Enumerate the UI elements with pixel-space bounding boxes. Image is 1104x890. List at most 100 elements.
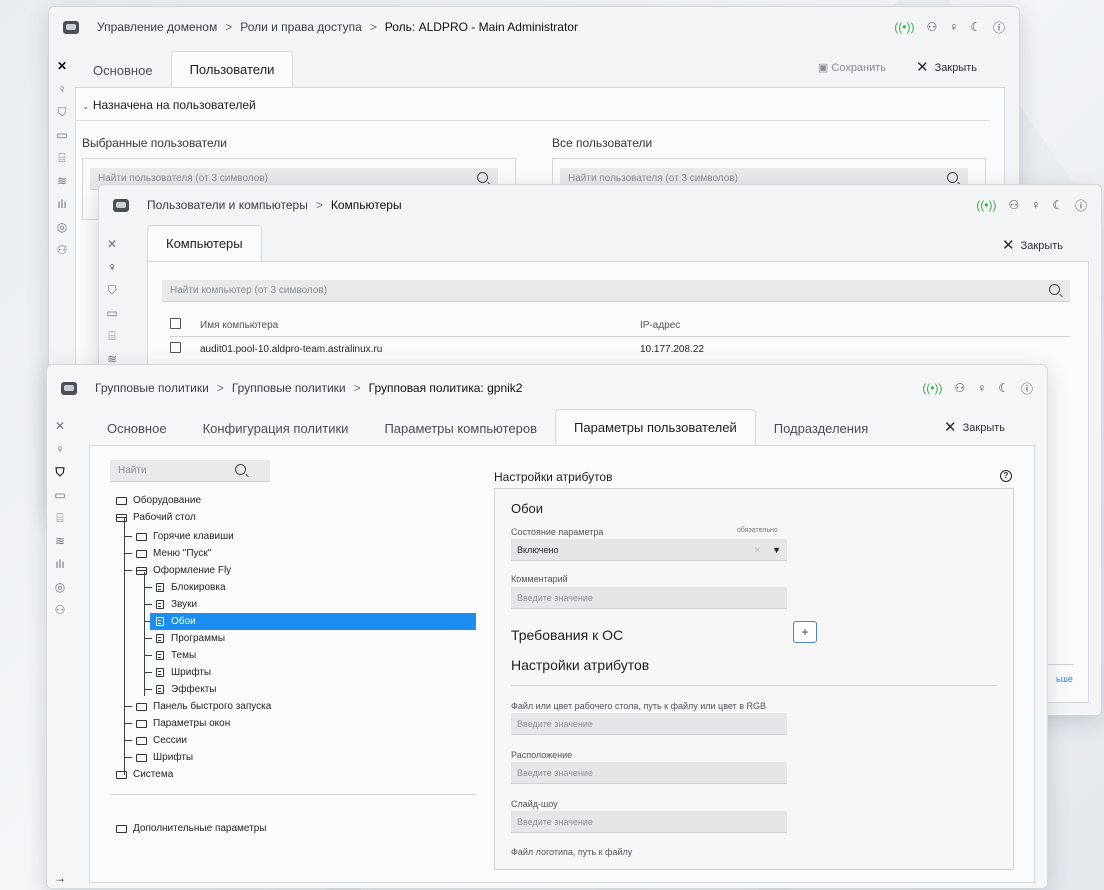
state-select[interactable]: Включено ✕ ▼ bbox=[511, 539, 787, 561]
theme-moon-icon[interactable]: ☾ bbox=[998, 381, 1009, 395]
breadcrumb-current: Групповая политика: gpnik2 bbox=[368, 381, 523, 395]
column-header-name[interactable]: Имя компьютера bbox=[200, 320, 278, 331]
breadcrumb-item[interactable]: Управление доменом bbox=[97, 20, 217, 34]
tab-policy-config[interactable]: Конфигурация политики bbox=[185, 412, 367, 446]
chart-icon[interactable]: ılı bbox=[55, 197, 69, 211]
tree-item-extra-params[interactable]: Дополнительные параметры bbox=[116, 820, 266, 837]
code-icon[interactable]: ⌸ bbox=[55, 151, 69, 165]
monitor-icon[interactable]: ◎ bbox=[53, 580, 67, 594]
folder-icon bbox=[136, 702, 147, 711]
select-all-checkbox[interactable] bbox=[170, 318, 181, 329]
user-icon[interactable]: ♀ bbox=[949, 20, 958, 34]
theme-moon-icon[interactable]: ☾ bbox=[970, 20, 981, 34]
app-logo-icon[interactable] bbox=[61, 381, 77, 395]
tab-main[interactable]: Основное bbox=[75, 54, 171, 88]
connection-icon[interactable]: ((•)) bbox=[976, 198, 996, 212]
tree-item-fonts2[interactable]: Шрифты bbox=[136, 749, 193, 766]
connection-icon[interactable]: ((•)) bbox=[922, 381, 942, 395]
tree-item-themes[interactable]: Темы bbox=[156, 647, 196, 664]
window-icon[interactable]: ▭ bbox=[53, 488, 67, 502]
tree-item-fly[interactable]: Оформление Fly bbox=[136, 562, 231, 579]
code-icon[interactable]: ⌸ bbox=[53, 511, 67, 525]
gpo-window: Групповые политики > Групповые политики > … bbox=[46, 364, 1048, 889]
position-input[interactable]: Введите значение bbox=[511, 762, 787, 784]
close-button[interactable]: ✕ Закрыть bbox=[916, 58, 977, 76]
tab-main[interactable]: Основное bbox=[89, 412, 185, 446]
tab-computer-params[interactable]: Параметры компьютеров bbox=[366, 412, 555, 446]
breadcrumb-item[interactable]: Групповые политики bbox=[95, 381, 209, 395]
users-role-icon[interactable]: ♀ bbox=[55, 82, 69, 96]
org-structure-icon[interactable]: ⚇ bbox=[954, 381, 965, 395]
shield-icon[interactable]: ⛉ bbox=[105, 283, 119, 297]
comment-input[interactable]: Введите значение bbox=[511, 587, 787, 609]
app-logo-icon[interactable] bbox=[63, 20, 79, 34]
breadcrumb-item[interactable]: Роли и права доступа bbox=[240, 20, 362, 34]
layers-icon[interactable]: ≋ bbox=[55, 174, 69, 188]
help-icon[interactable]: ? bbox=[1000, 470, 1012, 482]
save-button[interactable]: ▣ Сохранить bbox=[818, 61, 886, 74]
row-checkbox[interactable] bbox=[170, 342, 181, 353]
help-icon[interactable]: ⓘ bbox=[1075, 197, 1087, 214]
help-icon[interactable]: ⓘ bbox=[1021, 380, 1033, 397]
monitor-icon[interactable]: ◎ bbox=[55, 220, 69, 234]
breadcrumb-item[interactable]: Пользователи и компьютеры bbox=[147, 198, 308, 212]
dropdown-arrow-icon[interactable]: ▼ bbox=[772, 539, 781, 561]
user-icon[interactable]: ♀ bbox=[977, 381, 986, 395]
tree-item-sessions[interactable]: Сессии bbox=[136, 732, 187, 749]
column-header-ip[interactable]: IP-адрес bbox=[640, 320, 680, 331]
computer-name-cell[interactable]: audit01.pool-10.aldpro-team.astralinux.r… bbox=[200, 344, 382, 355]
position-label: Расположение bbox=[511, 750, 573, 760]
tab-user-params[interactable]: Параметры пользователей bbox=[555, 409, 756, 446]
shield-icon[interactable]: ⛉ bbox=[55, 105, 69, 119]
window-icon[interactable]: ▭ bbox=[55, 128, 69, 142]
close-button[interactable]: ✕ Закрыть bbox=[944, 418, 1005, 436]
tools-icon[interactable]: ✕ bbox=[105, 237, 119, 251]
shield-icon[interactable]: ⛉ bbox=[53, 465, 67, 479]
users-role-icon[interactable]: ♀ bbox=[53, 442, 67, 456]
computer-search-input[interactable]: Найти компьютер (от 3 символов) bbox=[162, 280, 1070, 302]
tree-item-equipment[interactable]: Оборудование bbox=[116, 492, 201, 509]
tree-item-start-menu[interactable]: Меню "Пуск" bbox=[136, 545, 211, 562]
tab-computers[interactable]: Компьютеры bbox=[147, 225, 262, 262]
tree-item-lock[interactable]: Блокировка bbox=[156, 579, 226, 596]
help-icon[interactable]: ⓘ bbox=[993, 19, 1005, 36]
more-link[interactable]: ьше bbox=[1056, 674, 1073, 684]
tab-users[interactable]: Пользователи bbox=[170, 51, 294, 88]
code-icon[interactable]: ⌸ bbox=[105, 329, 119, 343]
tree-item-effects[interactable]: Эффекты bbox=[156, 681, 216, 698]
group-icon[interactable]: ⚇ bbox=[55, 243, 69, 257]
clear-icon[interactable]: ✕ bbox=[753, 539, 761, 561]
add-os-requirement-button[interactable]: + bbox=[793, 621, 817, 643]
close-icon: ✕ bbox=[944, 419, 957, 436]
tree-item-programs[interactable]: Программы bbox=[156, 630, 225, 647]
users-computers-icon[interactable]: ♀ bbox=[105, 260, 119, 274]
group-icon[interactable]: ⚇ bbox=[53, 603, 67, 617]
tree-item-wallpaper[interactable]: Обои bbox=[150, 613, 476, 630]
table-row[interactable]: audit01.pool-10.aldpro-team.astralinux.r… bbox=[170, 342, 1070, 360]
org-structure-icon[interactable]: ⚇ bbox=[926, 20, 937, 34]
tree-item-fonts[interactable]: Шрифты bbox=[156, 664, 211, 681]
section-assigned-users[interactable]: ⌄ Назначена на пользователей bbox=[82, 98, 256, 112]
chart-icon[interactable]: ılı bbox=[53, 557, 67, 571]
org-structure-icon[interactable]: ⚇ bbox=[1008, 198, 1019, 212]
connection-icon[interactable]: ((•)) bbox=[894, 20, 914, 34]
tree-item-desktop[interactable]: Рабочий стол bbox=[116, 509, 196, 526]
tree-item-window-params[interactable]: Параметры окон bbox=[136, 715, 230, 732]
window-icon[interactable]: ▭ bbox=[105, 306, 119, 320]
file-color-input[interactable]: Введите значение bbox=[511, 713, 787, 735]
close-button[interactable]: ✕ Закрыть bbox=[1002, 236, 1063, 254]
layers-icon[interactable]: ≋ bbox=[53, 534, 67, 548]
tree-item-hotkeys[interactable]: Горячие клавиши bbox=[136, 528, 234, 545]
tree-item-quick-launch[interactable]: Панель быстрого запуска bbox=[136, 698, 271, 715]
expand-arrow-icon[interactable]: → bbox=[53, 871, 67, 885]
app-logo-icon[interactable] bbox=[113, 198, 129, 212]
user-icon[interactable]: ♀ bbox=[1031, 198, 1040, 212]
tree-item-sounds[interactable]: Звуки bbox=[156, 596, 197, 613]
tools-icon[interactable]: ✕ bbox=[55, 59, 69, 73]
tools-icon[interactable]: ✕ bbox=[53, 419, 67, 433]
theme-moon-icon[interactable]: ☾ bbox=[1052, 198, 1063, 212]
tree-item-system[interactable]: Система bbox=[116, 766, 173, 783]
tab-departments[interactable]: Подразделения bbox=[756, 412, 887, 446]
breadcrumb-item[interactable]: Групповые политики bbox=[232, 381, 346, 395]
slideshow-input[interactable]: Введите значение bbox=[511, 811, 787, 833]
